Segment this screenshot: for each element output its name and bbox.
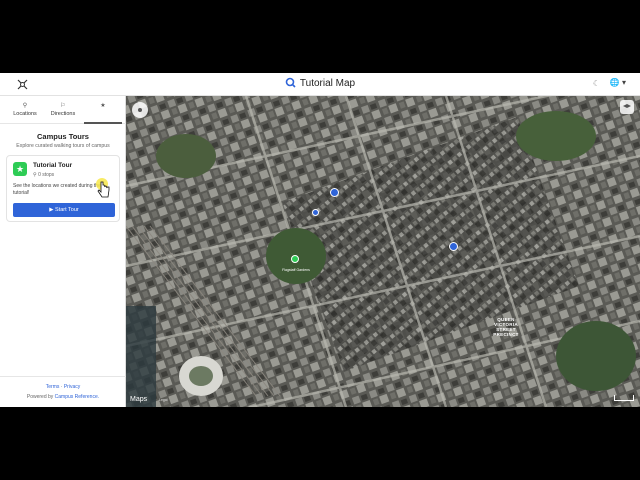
chevron-down-icon: ▾ <box>621 78 626 87</box>
pin-icon: ⚲ <box>22 103 28 109</box>
legal-link[interactable]: Legal <box>159 398 168 402</box>
language-selector[interactable]: 🌐 ▾ <box>610 78 626 87</box>
maps-attribution-text: Maps <box>130 396 148 403</box>
star-icon: ★ <box>13 162 27 176</box>
panel-subtitle: Explore curated walking tours of campus <box>16 143 110 149</box>
tab-locations[interactable]: ⚲ Locations <box>6 96 44 124</box>
hand-cursor-icon <box>96 178 110 198</box>
terms-link[interactable]: Terms <box>46 384 60 390</box>
park-pin[interactable] <box>291 255 299 263</box>
tour-stops: ⚲ 0 stops <box>33 172 54 178</box>
precinct-label: QUEEN VICTORIA STREET PRECINCT <box>493 317 519 337</box>
panel-title: Campus Tours <box>37 132 89 141</box>
pin-icon: ⚲ <box>33 172 37 178</box>
location-pin[interactable] <box>312 209 319 216</box>
directions-icon: ⚐ <box>60 103 66 109</box>
tab-tours[interactable]: ★ <box>84 96 122 124</box>
campus-reference-link[interactable]: Campus Reference. <box>55 394 99 400</box>
tab-label: Directions <box>50 111 76 117</box>
map-imagery <box>126 96 640 407</box>
compass-button[interactable] <box>132 102 148 118</box>
moon-icon[interactable]: ☾ <box>593 79 600 88</box>
separator: · <box>60 384 63 390</box>
start-tour-label: Start Tour <box>55 207 79 213</box>
page-title: Tutorial Map <box>299 78 356 89</box>
start-tour-button[interactable]: ▶ Start Tour <box>13 203 115 217</box>
tab-label: Locations <box>13 111 37 117</box>
map-layers-button[interactable] <box>620 100 634 114</box>
stops-count: 0 stops <box>38 172 55 178</box>
privacy-link[interactable]: Privacy <box>64 384 80 390</box>
powered-by-text: Powered by <box>26 394 54 400</box>
location-pin[interactable] <box>330 188 339 197</box>
tours-icon: ★ <box>100 103 106 109</box>
map-logo-icon <box>285 77 296 88</box>
flagstaff-label: Flagstaff Gardens <box>282 268 310 272</box>
app-window: Tutorial Map ☾ 🌐 ▾ ⚲ Locations ⚐ Directi… <box>0 73 640 407</box>
sidebar-footer: Terms · Privacy Powered by Campus Refere… <box>0 376 126 407</box>
satellite-map[interactable]: Flagstaff Gardens QUEEN VICTORIA STREET … <box>126 96 640 407</box>
tab-directions[interactable]: ⚐ Directions <box>44 96 82 124</box>
top-bar: Tutorial Map ☾ 🌐 ▾ <box>0 73 640 96</box>
play-icon: ▶ <box>49 207 54 213</box>
map-scale <box>614 395 634 401</box>
globe-icon: 🌐 <box>609 78 620 87</box>
tour-name: Tutorial Tour <box>33 162 73 169</box>
sidebar: ⚲ Locations ⚐ Directions ★ Campus Tours … <box>0 96 126 407</box>
compass-icon <box>138 108 142 112</box>
app-title: Tutorial Map <box>0 77 640 89</box>
maps-attribution: Maps <box>130 396 147 403</box>
sidebar-tabs: ⚲ Locations ⚐ Directions ★ <box>0 96 126 124</box>
location-pin[interactable] <box>449 242 458 251</box>
layers-icon <box>623 104 631 108</box>
